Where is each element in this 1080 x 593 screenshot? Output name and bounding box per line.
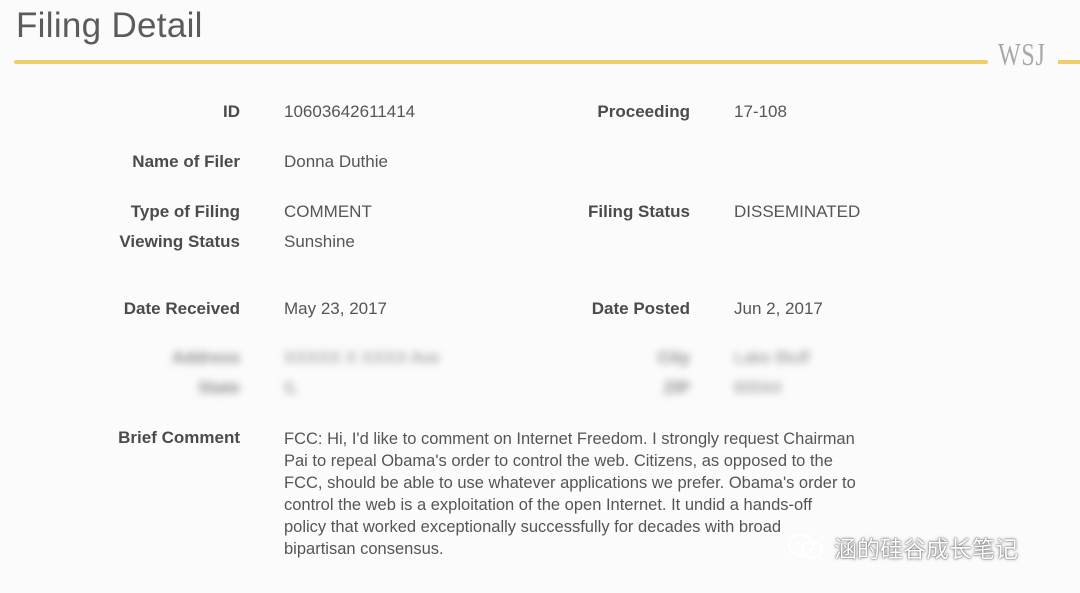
city-value: Lake Bluff xyxy=(734,348,810,367)
wsj-logo: WSJ xyxy=(998,36,1046,72)
type-of-filing-value: COMMENT xyxy=(284,202,372,221)
brief-comment-label: Brief Comment xyxy=(118,428,240,447)
comment-line: FCC, should be able to use whatever appl… xyxy=(284,474,856,492)
id-value: 10603642611414 xyxy=(284,102,416,121)
comment-line: control the web is a exploitation of the… xyxy=(284,496,813,514)
proceeding-label: Proceeding xyxy=(597,102,690,121)
id-label: ID xyxy=(223,102,240,121)
name-of-filer-label: Name of Filer xyxy=(132,152,240,171)
proceeding-value[interactable]: 17-108 xyxy=(734,102,787,122)
type-of-filing-label: Type of Filing xyxy=(130,202,240,221)
state-value: IL xyxy=(284,378,299,397)
viewing-status-value: Sunshine xyxy=(284,232,355,251)
title-divider xyxy=(14,60,988,64)
city-label: City xyxy=(657,348,690,367)
page-title: Filing Detail xyxy=(16,6,203,45)
date-received-label: Date Received xyxy=(123,299,240,318)
date-posted-label: Date Posted xyxy=(591,299,690,318)
wechat-icon xyxy=(787,533,824,560)
comment-line: FCC: Hi, I'd like to comment on Internet… xyxy=(284,430,855,448)
zip-label: ZIP xyxy=(663,378,690,397)
date-received-value: May 23, 2017 xyxy=(284,299,388,318)
watermark: 涵的硅谷成长笔记 xyxy=(786,530,1018,564)
zip-value: 60044 xyxy=(734,378,782,397)
date-posted-value: Jun 2, 2017 xyxy=(734,299,823,318)
watermark-text: 涵的硅谷成长笔记 xyxy=(834,536,1018,562)
name-of-filer-value: Donna Duthie xyxy=(284,152,388,171)
state-label: State xyxy=(198,378,240,397)
filing-status-value: DISSEMINATED xyxy=(734,202,861,221)
viewing-status-label: Viewing Status xyxy=(119,232,240,251)
address-value: XXXXX X XXXX Ave xyxy=(284,348,440,367)
address-label: Address xyxy=(171,348,240,367)
filing-status-label: Filing Status xyxy=(588,202,690,221)
comment-line: Pai to repeal Obama's order to control t… xyxy=(284,452,833,470)
title-divider-tail xyxy=(1058,60,1080,64)
